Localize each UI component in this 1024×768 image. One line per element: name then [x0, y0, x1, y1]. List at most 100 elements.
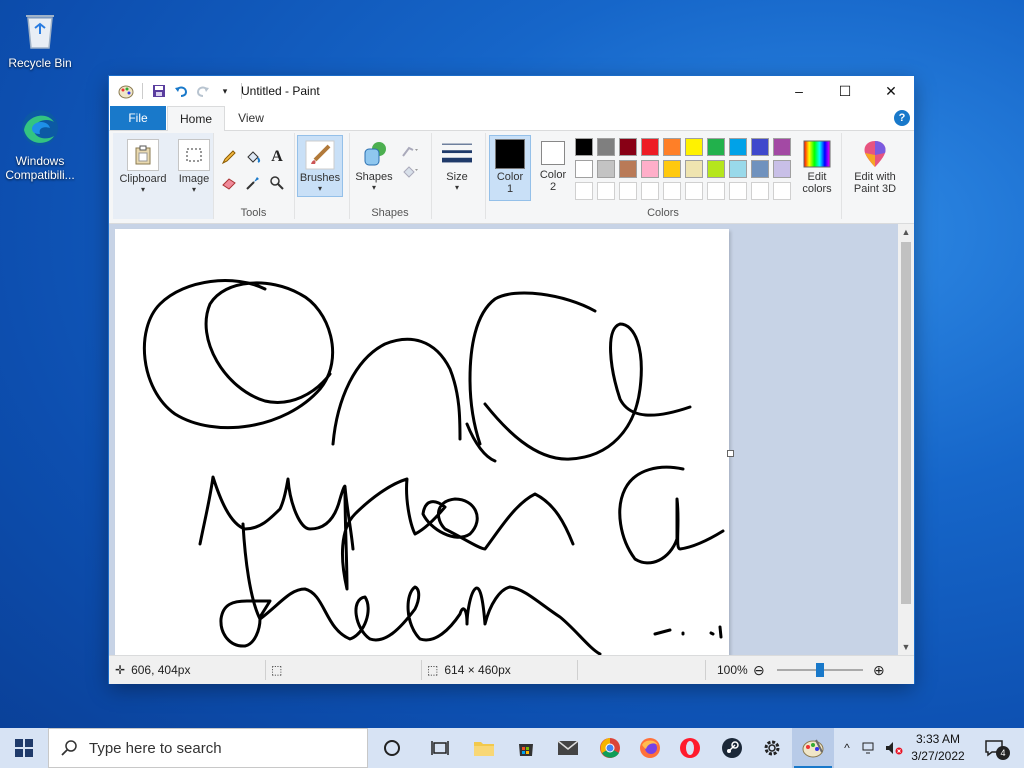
- edit-colors-button[interactable]: Edit colors: [795, 135, 839, 195]
- size-button[interactable]: Size ▾: [435, 135, 479, 192]
- custom-color-slot[interactable]: [729, 182, 747, 200]
- color-swatch[interactable]: [663, 138, 681, 156]
- desktop-icon-windows-compat[interactable]: Windows Compatibili...: [0, 106, 80, 182]
- magnifier-icon[interactable]: [267, 173, 287, 193]
- color-swatch[interactable]: [619, 160, 637, 178]
- color1-button[interactable]: Color 1: [489, 135, 531, 201]
- store-icon[interactable]: [506, 728, 546, 768]
- clipboard-button[interactable]: Clipboard ▾: [117, 135, 169, 194]
- volume-muted-icon[interactable]: [882, 728, 906, 768]
- custom-color-slot[interactable]: [751, 182, 769, 200]
- zoom-slider-knob[interactable]: [816, 663, 824, 677]
- system-clock[interactable]: 3:33 AM 3/27/2022: [906, 731, 970, 765]
- scrollbar-thumb[interactable]: [901, 242, 911, 604]
- divider: [705, 660, 706, 680]
- file-explorer-icon[interactable]: [464, 728, 504, 768]
- edit-with-paint3d-button[interactable]: Edit with Paint 3D: [845, 135, 905, 195]
- color-swatch[interactable]: [685, 138, 703, 156]
- close-button[interactable]: ✕: [868, 76, 914, 106]
- steam-icon[interactable]: [712, 728, 752, 768]
- action-center-button[interactable]: 4: [974, 728, 1014, 768]
- color-swatch[interactable]: [751, 160, 769, 178]
- paint-taskbar-icon[interactable]: [792, 728, 834, 768]
- cortana-icon[interactable]: [372, 728, 412, 768]
- color2-button[interactable]: Color 2: [533, 135, 573, 199]
- color-swatch[interactable]: [575, 160, 593, 178]
- customize-qat-chevron-icon[interactable]: ▾: [216, 82, 234, 100]
- color-swatch[interactable]: [707, 138, 725, 156]
- custom-color-slot[interactable]: [707, 182, 725, 200]
- tab-home[interactable]: Home: [167, 106, 225, 131]
- task-view-icon[interactable]: [420, 728, 460, 768]
- pencil-icon[interactable]: [219, 147, 239, 167]
- group-paint3d: Edit with Paint 3D: [843, 133, 907, 219]
- color2-label: Color: [539, 169, 567, 181]
- text-tool-icon[interactable]: A: [267, 147, 287, 167]
- undo-icon[interactable]: [172, 82, 190, 100]
- shapes-group-label: Shapes: [371, 207, 409, 219]
- scroll-down-icon[interactable]: ▼: [898, 639, 914, 655]
- show-hidden-icons-chevron-icon[interactable]: ^: [836, 728, 858, 768]
- chrome-icon[interactable]: [590, 728, 630, 768]
- color-picker-icon[interactable]: [243, 173, 263, 193]
- color1-swatch: [495, 139, 525, 169]
- zoom-slider[interactable]: [777, 663, 863, 677]
- color-swatch[interactable]: [575, 138, 593, 156]
- custom-color-slot[interactable]: [773, 182, 791, 200]
- custom-color-slot[interactable]: [685, 182, 703, 200]
- help-button[interactable]: ?: [894, 110, 910, 126]
- ribbon: Clipboard ▾ Image ▾ A Tools Brushes ▾ Sh…: [109, 131, 914, 224]
- custom-color-slot[interactable]: [597, 182, 615, 200]
- fill-icon[interactable]: [399, 161, 423, 181]
- shapes-button[interactable]: Shapes ▾: [353, 135, 395, 192]
- custom-color-slot[interactable]: [663, 182, 681, 200]
- color-swatch[interactable]: [663, 160, 681, 178]
- fill-bucket-icon[interactable]: [243, 147, 263, 167]
- save-icon[interactable]: [150, 82, 168, 100]
- recycle-bin-icon: [18, 8, 62, 52]
- firefox-icon[interactable]: [630, 728, 670, 768]
- minimize-button[interactable]: –: [776, 76, 822, 106]
- opera-icon[interactable]: [670, 728, 710, 768]
- desktop-icon-recycle-bin[interactable]: Recycle Bin: [0, 8, 80, 70]
- outline-icon[interactable]: [399, 141, 423, 161]
- color-swatch[interactable]: [685, 160, 703, 178]
- scroll-up-icon[interactable]: ▲: [898, 224, 914, 240]
- color-swatch[interactable]: [729, 138, 747, 156]
- search-box[interactable]: Type here to search: [48, 728, 368, 768]
- vertical-scrollbar[interactable]: ▲ ▼: [898, 224, 914, 655]
- color-swatch[interactable]: [597, 160, 615, 178]
- settings-gear-icon[interactable]: [752, 728, 792, 768]
- color-swatch[interactable]: [729, 160, 747, 178]
- group-colors: Color 1 Color 2 Edit colors Colors: [485, 133, 842, 219]
- maximize-button[interactable]: ☐: [822, 76, 868, 106]
- start-button[interactable]: [4, 728, 44, 768]
- eraser-icon[interactable]: [219, 173, 239, 193]
- color-swatch[interactable]: [773, 160, 791, 178]
- image-button[interactable]: Image ▾: [175, 135, 213, 194]
- custom-color-slot[interactable]: [575, 182, 593, 200]
- paint3d-label: Edit with: [854, 171, 896, 183]
- zoom-out-button[interactable]: ⊖: [753, 656, 765, 684]
- chevron-down-icon: ▾: [454, 183, 459, 192]
- taskbar: Type here to search ^ 3:33 AM 3/27/2022 …: [0, 728, 1024, 768]
- mail-icon[interactable]: [548, 728, 588, 768]
- color-swatch[interactable]: [597, 138, 615, 156]
- color-swatch[interactable]: [707, 160, 725, 178]
- custom-color-slot[interactable]: [619, 182, 637, 200]
- redo-icon[interactable]: [194, 82, 212, 100]
- color-swatch[interactable]: [773, 138, 791, 156]
- brushes-button[interactable]: Brushes ▾: [297, 135, 343, 197]
- tab-view[interactable]: View: [225, 106, 277, 130]
- drawing-canvas[interactable]: [115, 229, 729, 655]
- color-swatch[interactable]: [641, 138, 659, 156]
- zoom-in-button[interactable]: ⊕: [873, 656, 885, 684]
- color-swatch[interactable]: [751, 138, 769, 156]
- resize-handle-right[interactable]: [727, 450, 734, 457]
- paint-app-icon[interactable]: [117, 82, 135, 100]
- color-swatch[interactable]: [619, 138, 637, 156]
- network-icon[interactable]: [858, 728, 882, 768]
- tab-file[interactable]: File: [110, 106, 166, 130]
- custom-color-slot[interactable]: [641, 182, 659, 200]
- color-swatch[interactable]: [641, 160, 659, 178]
